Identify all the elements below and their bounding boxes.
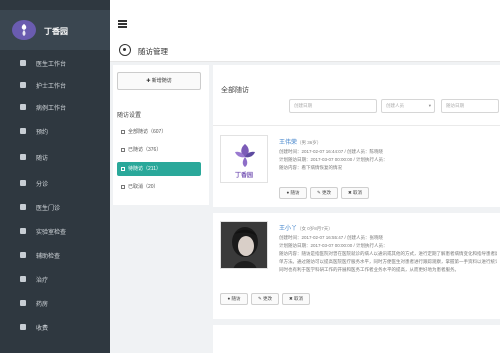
followup-card: 王小丫（女 0岁8月7天） 创建时间：2017-02-07 16:55:47 /… — [213, 213, 500, 313]
filter-item-label: 待随访（211） — [128, 166, 161, 172]
gear-icon — [20, 252, 26, 258]
chevron-down-icon: ▾ — [428, 103, 431, 108]
menu-toggle-icon[interactable] — [118, 20, 127, 28]
patient-meta: （男 36岁） — [297, 140, 322, 145]
patient-meta: （女 0岁8月7天） — [297, 226, 333, 231]
record-icon — [20, 104, 26, 110]
lab-icon — [20, 228, 26, 234]
followup-content: 随访内容：看下病情恢复的情况 — [279, 165, 342, 170]
sidebar-item-triage[interactable]: 分诊 — [0, 172, 110, 194]
sidebar-item-label: 药房 — [36, 302, 49, 308]
cancel-button[interactable]: ✖ 取消 — [282, 293, 310, 305]
patient-name[interactable]: 王伟荣（男 36岁） — [279, 137, 321, 146]
pharmacy-icon — [20, 300, 26, 306]
filter-item-all[interactable]: 全部随访（607） — [117, 125, 201, 139]
sidebar-item-label: 辅助检查 — [36, 254, 61, 260]
followup-content-3: 同时也有利于医学科研工作的开展和医务工作者业务水平的提高，从而更好地为患者服务。 — [279, 267, 459, 272]
cancel-button[interactable]: ✖ 取消 — [341, 187, 369, 199]
treatment-icon — [20, 276, 26, 282]
filter-title: 随访设置 — [117, 113, 142, 119]
patient-name-text: 王伟荣 — [279, 140, 298, 146]
sidebar-item-label: 治疗 — [36, 278, 49, 284]
sidebar-item-clinic[interactable]: 医生门诊 — [0, 196, 110, 218]
patient-name[interactable]: 王小丫（女 0岁8月7天） — [279, 223, 333, 232]
logo-text: 丁香园 — [234, 173, 253, 179]
list-title: 全部随访 — [221, 87, 249, 94]
billing-icon — [20, 324, 26, 330]
sidebar-item-nurse-workbench[interactable]: 护士工作台 — [0, 74, 110, 96]
sidebar-item-aux-exam[interactable]: 辅助检查 — [0, 244, 110, 266]
sidebar-item-records[interactable]: 病例工作台 — [0, 96, 110, 118]
edit-button[interactable]: ✎ 更改 — [251, 293, 279, 305]
sidebar-item-label: 分诊 — [36, 182, 49, 188]
filter-item-done[interactable]: 已随访（376） — [117, 143, 201, 157]
clinic-icon — [20, 204, 26, 210]
filter-panel: ✚ 新增随访 随访设置 全部随访（607） 已随访（376） 待随访（211） … — [113, 65, 209, 205]
sidebar-item-appointment[interactable]: 预约 — [0, 120, 110, 142]
users-icon — [20, 180, 26, 186]
sidebar-item-billing[interactable]: 收费 — [0, 316, 110, 338]
plan-info: 计划随访日期：2017-03-07 00:00:00 / 计划执行人员： — [279, 157, 388, 162]
created-info: 创建时间：2017-02-07 16:44:07 / 创建人员：陈晓晓 — [279, 149, 384, 154]
sidebar-item-label: 预约 — [36, 130, 49, 136]
sidebar-item-followup[interactable]: 随访 — [0, 146, 110, 168]
divider — [213, 125, 500, 126]
folder-icon — [121, 185, 125, 189]
brand-logo-icon — [12, 20, 36, 40]
sidebar-item-doctor-workbench[interactable]: 医生工作台 — [0, 52, 110, 74]
brand-name: 丁香园 — [44, 27, 68, 36]
sidebar-item-label: 病例工作台 — [36, 106, 67, 112]
create-date-input[interactable]: 创建日期 — [289, 99, 377, 113]
creator-select[interactable]: 创建人员 ▾ — [381, 99, 435, 113]
sidebar-item-pharmacy[interactable]: 药房 — [0, 292, 110, 314]
sidebar-item-label: 医生工作台 — [36, 62, 67, 68]
plan-info: 计划随访日期：2017-03-07 00:00:00 / 计划执行人员： — [279, 243, 388, 248]
folder-icon — [121, 148, 125, 152]
sidebar-item-label: 实验室检查 — [36, 230, 67, 236]
calendar-icon — [20, 128, 26, 134]
folder-icon — [121, 167, 125, 171]
filter-item-pending[interactable]: 待随访（211） — [117, 162, 201, 176]
sidebar-item-lab[interactable]: 实验室检查 — [0, 220, 110, 242]
add-followup-button[interactable]: ✚ 新增随访 — [117, 72, 201, 90]
followup-button[interactable]: ● 随访 — [220, 293, 248, 305]
followup-content-2: 单方法。通过随访可以提高医院医疗服务水平，同时方便医生对患者进行跟踪观察，掌握第… — [279, 259, 497, 264]
patient-avatar: 丁香园 — [220, 135, 268, 183]
monitor-icon — [20, 82, 26, 88]
folder-icon — [121, 130, 125, 134]
home-icon — [20, 60, 26, 66]
filter-item-label: 全部随访（607） — [128, 129, 167, 135]
followup-list-panel: 全部随访 创建日期 创建人员 ▾ 随访日期 丁香园 王伟荣（男 36岁） 创建时… — [213, 65, 500, 353]
followup-content: 随访内容：随访是指医院对曾在医院就诊的病人以通讯或其他的方式，进行定期了解患者病… — [279, 251, 497, 256]
filter-item-label: 已随访（376） — [128, 147, 162, 153]
sidebar-item-label: 收费 — [36, 326, 49, 332]
created-info: 创建时间：2017-02-07 16:55:47 / 创建人员：张晓晓 — [279, 235, 384, 240]
page-header: 随访管理 — [110, 38, 500, 62]
patient-name-text: 王小丫 — [279, 226, 298, 232]
filter-item-label: 已取消（20） — [128, 184, 159, 190]
record-circle-icon — [119, 44, 131, 56]
patient-photo — [221, 222, 267, 268]
topbar — [110, 10, 500, 40]
edit-icon — [20, 154, 26, 160]
brand[interactable]: 丁香园 — [0, 10, 110, 50]
creator-select-label: 创建人员 — [386, 103, 404, 108]
sidebar-item-label: 护士工作台 — [36, 84, 67, 90]
page-title: 随访管理 — [138, 47, 168, 56]
edit-button[interactable]: ✎ 更改 — [310, 187, 338, 199]
sidebar: 丁香园 医生工作台 护士工作台 病例工作台 预约 随访 分诊 医生门诊 实验室检… — [0, 0, 110, 353]
sidebar-item-label: 随访 — [36, 156, 49, 162]
sidebar-item-treatment[interactable]: 治疗 — [0, 268, 110, 290]
filter-item-cancelled[interactable]: 已取消（20） — [117, 180, 201, 194]
card-separator — [213, 319, 500, 325]
patient-avatar — [220, 221, 268, 269]
sidebar-item-label: 医生门诊 — [36, 206, 61, 212]
followup-button[interactable]: ● 随访 — [279, 187, 307, 199]
followup-card: 丁香园 王伟荣（男 36岁） 创建时间：2017-02-07 16:44:07 … — [213, 127, 500, 213]
followup-date-input[interactable]: 随访日期 — [441, 99, 499, 113]
